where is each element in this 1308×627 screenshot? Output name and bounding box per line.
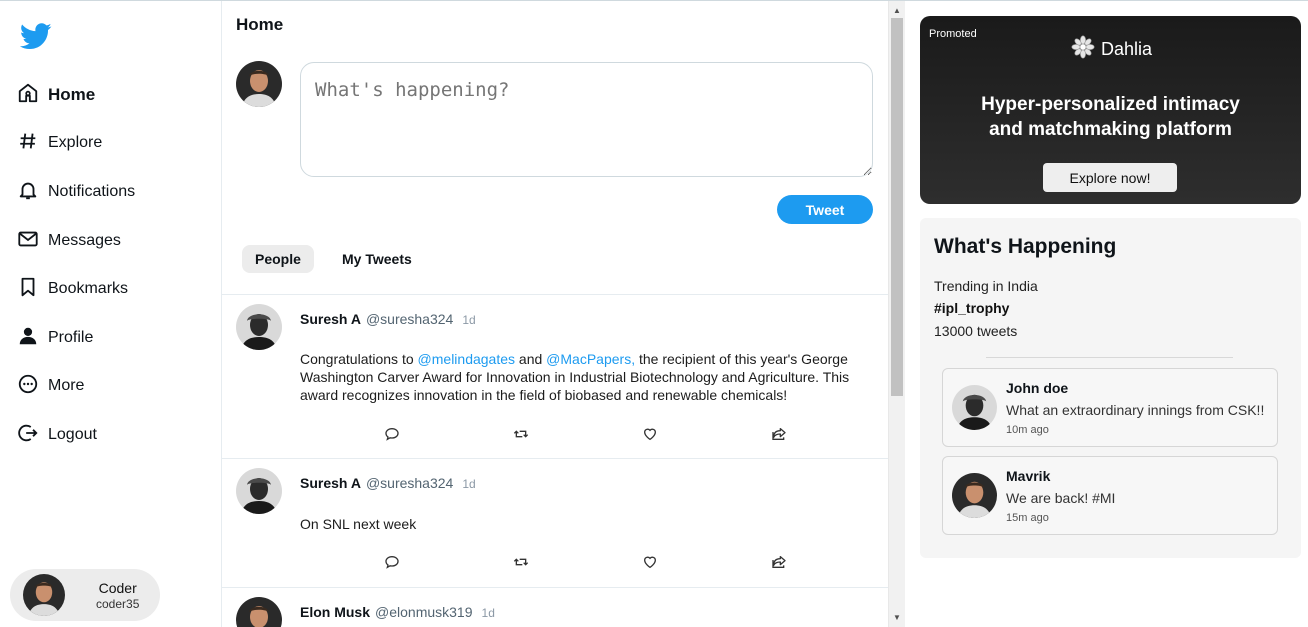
tweet-author-handle[interactable]: @suresha324 [366, 475, 453, 491]
tab-people[interactable]: People [242, 245, 314, 273]
sidebar-item-more[interactable]: More [17, 371, 84, 401]
trend-tweet-time: 10m ago [1006, 424, 1049, 436]
like-icon[interactable] [642, 426, 660, 444]
sidebar-item-label: Home [48, 85, 96, 104]
tweet-text: Congratulations to @melindagates and @Ma… [300, 350, 870, 404]
sidebar-item-label: Explore [48, 134, 103, 151]
tweet-timestamp: 1d [462, 313, 476, 327]
sidebar-item-label: Bookmarks [48, 280, 129, 297]
tweet-actions [222, 426, 888, 444]
avatar [236, 468, 282, 514]
home-icon [17, 82, 39, 109]
tweet-text-part: Congratulations to [300, 351, 418, 367]
avatar [952, 473, 997, 518]
trend-tweet-card[interactable]: Mavrik We are back! #MI 15m ago [942, 456, 1278, 535]
reply-icon[interactable] [384, 554, 402, 572]
tweet-author-name[interactable]: Suresh A [300, 475, 361, 491]
tab-my-tweets[interactable]: My Tweets [329, 245, 425, 273]
brand-name: Dahlia [1101, 39, 1153, 59]
sidebar-item-notifications[interactable]: Notifications [17, 177, 135, 207]
flower-icon [1071, 35, 1101, 64]
twitter-bird-icon[interactable] [19, 23, 52, 51]
divider [986, 357, 1233, 358]
avatar [236, 304, 282, 350]
tweet-author-handle[interactable]: @elonmusk319 [375, 604, 473, 620]
sidebar-item-bookmarks[interactable]: Bookmarks [17, 274, 128, 304]
feed-scrollbar[interactable]: ▲ ▼ [888, 1, 905, 627]
hashtag-icon [17, 130, 39, 157]
logout-icon [17, 422, 39, 449]
trend-tweet-author: John doe [1006, 380, 1069, 396]
brand: Dahlia [1071, 35, 1152, 64]
envelope-icon [17, 228, 39, 255]
scroll-down-icon[interactable]: ▼ [889, 610, 905, 625]
tweet-card: Suresh A @suresha324 1d On SNL next week [222, 458, 888, 587]
trend-tweet-time: 15m ago [1006, 512, 1049, 524]
bell-icon [17, 179, 39, 206]
sidebar-item-label: Messages [48, 232, 121, 249]
scroll-thumb[interactable] [891, 18, 903, 396]
explore-now-button[interactable]: Explore now! [1043, 163, 1177, 192]
tweet-author-name[interactable]: Elon Musk [300, 604, 370, 620]
avatar [23, 574, 65, 616]
avatar [236, 61, 282, 107]
bookmark-icon [17, 276, 39, 303]
user-display-name: Coder [98, 579, 137, 596]
promo-headline-line: Hyper-personalized intimacy [981, 94, 1240, 115]
tweet-author-handle[interactable]: @suresha324 [366, 311, 453, 327]
user-handle: coder35 [96, 596, 140, 611]
avatar [952, 385, 997, 430]
sidebar-item-messages[interactable]: Messages [17, 226, 121, 256]
main-feed: Home Tweet People My Tweets Suresh A @su… [222, 1, 888, 627]
share-icon[interactable] [771, 426, 789, 444]
sidebar-item-explore[interactable]: Explore [17, 128, 102, 158]
tweet-timestamp: 1d [481, 606, 495, 620]
retweet-icon[interactable] [513, 554, 531, 572]
tweet-button[interactable]: Tweet [777, 195, 873, 224]
sidebar-item-label: Profile [48, 329, 94, 346]
sidebar-item-logout[interactable]: Logout [17, 420, 97, 450]
trend-tweet-author: Mavrik [1006, 468, 1051, 484]
sidebar-item-label: Logout [48, 426, 97, 443]
mention-link[interactable]: @MacPapers, [546, 351, 635, 367]
tweet-text-part: and [515, 351, 547, 367]
scroll-up-icon[interactable]: ▲ [889, 3, 905, 18]
account-switcher[interactable]: Coder coder35 [10, 569, 160, 621]
panel-title: What's Happening [934, 235, 1117, 258]
trend-tweet-card[interactable]: John doe What an extraordinary innings f… [942, 368, 1278, 447]
avatar [236, 597, 282, 627]
tweet-actions [222, 554, 888, 572]
sidebar-item-profile[interactable]: Profile [17, 323, 93, 353]
whats-happening-panel: What's Happening Trending in India #ipl_… [920, 218, 1301, 558]
sidebar-item-label: More [48, 377, 85, 394]
sidebar: Home Explore Notifications Messages Book… [0, 1, 222, 627]
trend-location: Trending in India [934, 278, 1038, 294]
promoted-badge: Promoted [929, 28, 977, 40]
mention-link[interactable]: @melindagates [418, 351, 516, 367]
tweet-author-name[interactable]: Suresh A [300, 311, 361, 327]
sidebar-item-label: Notifications [48, 183, 136, 200]
sidebar-item-home[interactable]: Home [17, 80, 95, 110]
promoted-card: Promoted Dahlia Hyper-personalized intim… [920, 16, 1301, 204]
share-icon[interactable] [771, 554, 789, 572]
page-title: Home [236, 15, 284, 34]
tweet-text: On SNL next week [300, 516, 417, 532]
compose-input[interactable] [300, 62, 873, 177]
tweet-card: Suresh A @suresha324 1d Congratulations … [222, 294, 888, 458]
tweet-card: Elon Musk @elonmusk319 1d [222, 587, 888, 627]
promo-headline: Hyper-personalized intimacy and matchmak… [920, 92, 1301, 142]
like-icon[interactable] [642, 554, 660, 572]
reply-icon[interactable] [384, 426, 402, 444]
promo-headline-line: and matchmaking platform [989, 119, 1232, 140]
retweet-icon[interactable] [513, 426, 531, 444]
trend-hashtag[interactable]: #ipl_trophy [934, 300, 1009, 316]
person-icon [17, 325, 39, 352]
tweet-timestamp: 1d [462, 477, 476, 491]
trend-tweet-text: We are back! #MI [1006, 490, 1116, 506]
more-circle-icon [17, 373, 39, 400]
trend-count: 13000 tweets [934, 323, 1018, 339]
trend-tweet-text: What an extraordinary innings from CSK!! [1006, 402, 1265, 418]
